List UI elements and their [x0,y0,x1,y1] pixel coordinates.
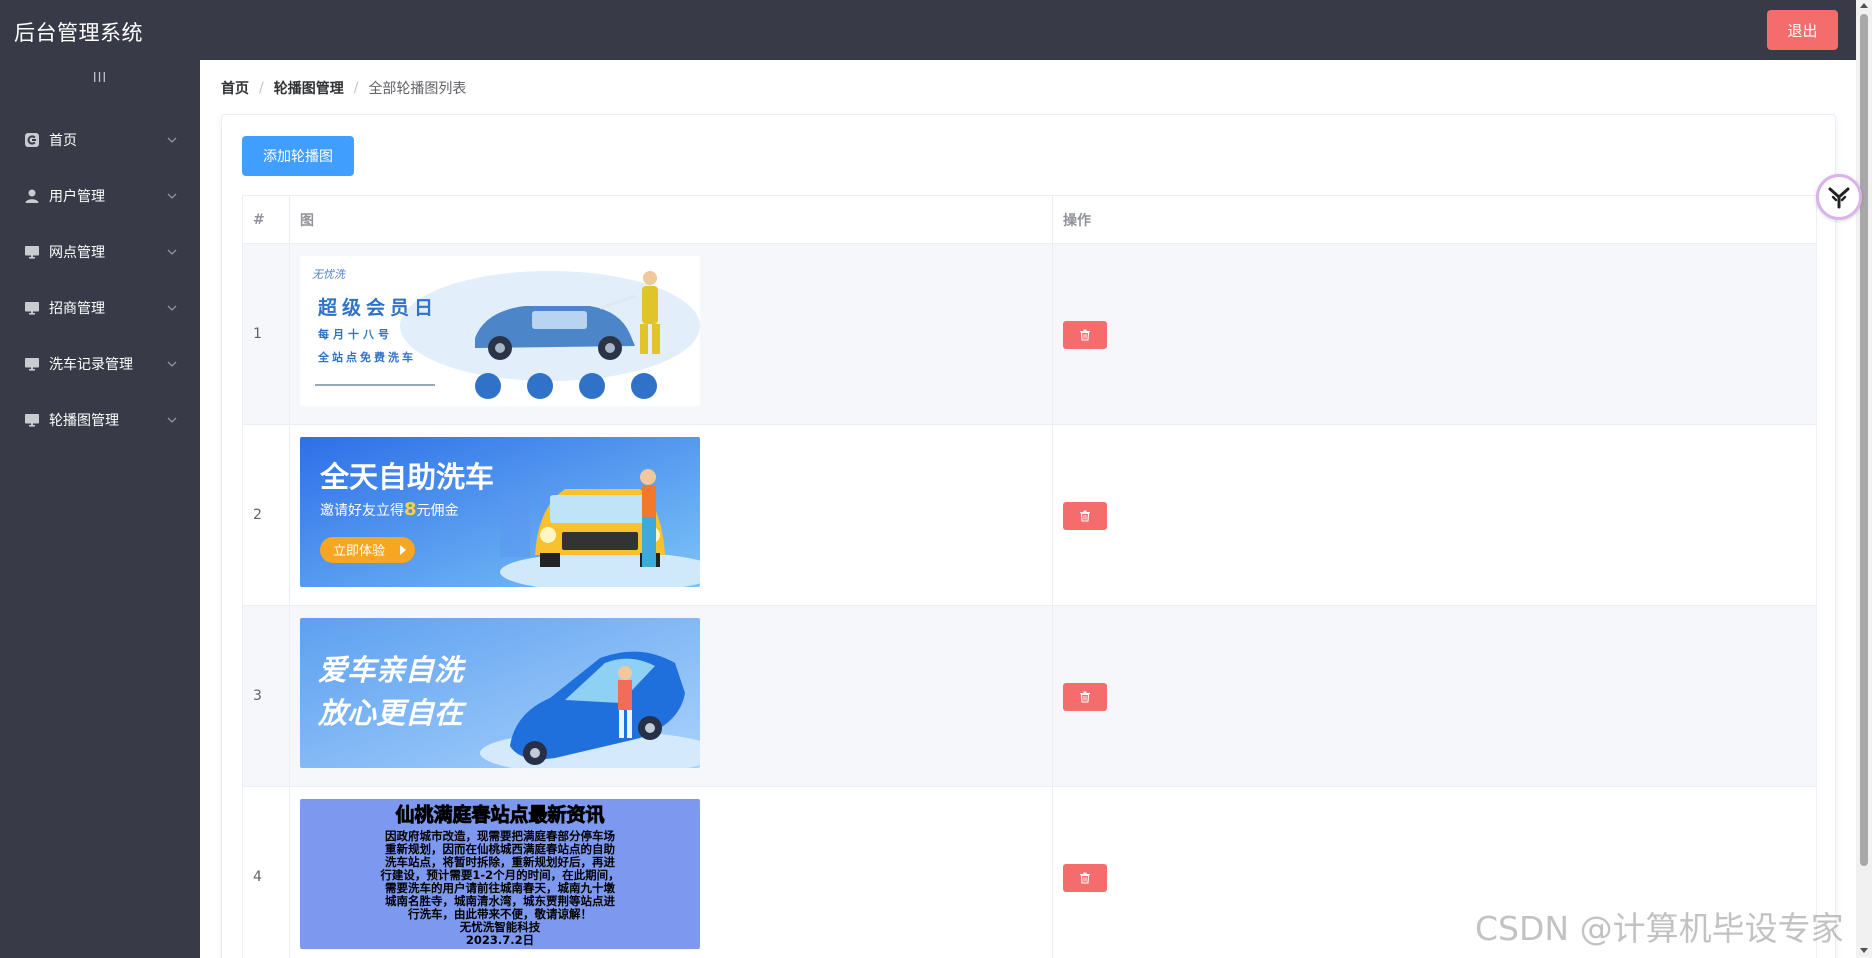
assistant-logo-icon [1828,187,1850,209]
breadcrumb-separator: / [353,80,359,96]
table-row: 2 全天自助洗车 邀请好友立得8元佣金 立即体验 [242,425,1817,606]
banner-brand: 无忧洗 [312,268,346,281]
banner-subtitle-post: 元佣金 [417,503,459,519]
add-carousel-button[interactable]: 添加轮播图 [242,136,354,176]
sidebar-item-home[interactable]: 首页 [0,112,200,168]
banner-body-line: 因政府城市改造，现需要把满庭春部分停车场 [385,829,615,843]
watermark: CSDN @计算机毕设专家 [1475,909,1844,948]
table-header: # 图 操作 [242,195,1817,244]
banner-title: 仙桃满庭春站点最新资讯 [395,803,604,826]
delete-button[interactable] [1063,502,1107,530]
banner-line1: 爱车亲自洗 [318,653,467,687]
image-cell: 无忧洗 超级会员日 每月十八号 全站点免费洗车 [290,244,1053,424]
carousel-image[interactable]: 仙桃满庭春站点最新资讯 因政府城市改造，现需要把满庭春部分停车场 重新规划，因而… [300,799,700,949]
chevron-down-icon [167,193,177,199]
actions-cell [1053,425,1817,605]
banner-line2: 每月十八号 [318,327,393,341]
sidebar-item-label: 网点管理 [49,245,105,261]
chevron-down-icon [167,361,177,367]
sidebar-item-label: 洗车记录管理 [49,357,133,373]
sidebar-item-wash-records[interactable]: 洗车记录管理 [0,336,200,392]
breadcrumb-section[interactable]: 轮播图管理 [274,78,344,98]
banner-title: 全天自助洗车 [319,460,494,494]
breadcrumb-current: 全部轮播图列表 [368,81,467,97]
carousel-image[interactable]: 无忧洗 超级会员日 每月十八号 全站点免费洗车 [300,256,700,406]
top-bar: 后台管理系统 退出 [0,0,1872,60]
app-title: 后台管理系统 [14,21,143,45]
banner-subtitle-num: 8 [404,499,417,520]
banner-body-line: 行建设，预计需要1-2个月的时间，在此期间， [379,868,619,882]
actions-cell [1053,244,1817,424]
banner-line1: 超级会员日 [317,296,438,319]
scroll-down-arrow-icon[interactable] [1860,948,1868,953]
content-card: 添加轮播图 # 图 操作 1 无忧洗 超级会员日 每月十八号 全站点免费洗车 2… [221,114,1836,958]
header-actions: 操作 [1053,196,1817,244]
scroll-up-arrow-icon[interactable] [1860,3,1868,8]
sidebar-item-label: 招商管理 [49,301,105,317]
banner-body-line: 城南名胜寺，城南清水湾，城东贾荆等站点进 [385,894,615,908]
carousel-image[interactable]: 爱车亲自洗 放心更自在 [300,618,700,768]
banner-body-line: 2023.7.2日 [466,933,534,947]
header-index: # [242,196,290,244]
chevron-down-icon [167,417,177,423]
trash-icon [1080,329,1090,341]
sidebar-item-label: 首页 [49,133,77,149]
banner-body-line: 行洗车，由此带来不便，敬请谅解！ [407,907,592,921]
logout-button[interactable]: 退出 [1767,10,1838,50]
sidebar: III 首页 用户管理 网点管理 招商管理 洗车记录管理 轮播图管理 [0,60,200,958]
banner-body-line: 洗车站点，将暂时拆除，重新规划好后，再进 [385,855,615,869]
monitor-icon [25,302,39,315]
header-image: 图 [290,196,1053,244]
banner-body-line: 重新规划，因而在仙桃城西满庭春站点的自助 [385,842,615,856]
delete-button[interactable] [1063,683,1107,711]
svg-text:邀请好友立得8元佣金: 邀请好友立得8元佣金 [320,499,459,520]
monitor-icon [25,246,39,259]
chevron-down-icon [167,249,177,255]
image-cell: 全天自助洗车 邀请好友立得8元佣金 立即体验 [290,425,1053,605]
table-row: 3 爱车亲自洗 放心更自在 [242,606,1817,787]
monitor-icon [25,358,39,371]
user-icon [25,189,39,203]
banner-subtitle-pre: 邀请好友立得 [320,502,404,519]
image-cell: 仙桃满庭春站点最新资讯 因政府城市改造，现需要把满庭春部分停车场 重新规划，因而… [290,787,1053,958]
sidebar-item-investment[interactable]: 招商管理 [0,280,200,336]
banner-cta: 立即体验 [333,543,385,559]
banner-line2: 放心更自在 [317,696,467,730]
image-cell: 爱车亲自洗 放心更自在 [290,606,1053,786]
trash-icon [1080,510,1090,522]
breadcrumb-home[interactable]: 首页 [221,78,249,98]
sidebar-item-outlets[interactable]: 网点管理 [0,224,200,280]
banner-body-line: 需要洗车的用户请前往城南春天，城南九十墩 [385,881,615,895]
chevron-down-icon [167,137,177,143]
row-index: 1 [242,244,290,424]
chevron-down-icon [167,305,177,311]
table-row: 1 无忧洗 超级会员日 每月十八号 全站点免费洗车 [242,244,1817,425]
row-index: 4 [242,787,290,958]
page-scrollbar[interactable] [1856,0,1872,958]
sidebar-item-carousel[interactable]: 轮播图管理 [0,392,200,448]
delete-button[interactable] [1063,864,1107,892]
banner-line3: 全站点免费洗车 [317,350,416,364]
actions-cell [1053,606,1817,786]
home-icon [25,133,39,147]
row-index: 3 [242,606,290,786]
row-index: 2 [242,425,290,605]
scrollbar-thumb[interactable] [1860,14,1868,866]
banner-body-line: 无忧洗智能科技 [459,920,541,934]
sidebar-item-label: 用户管理 [49,189,105,205]
breadcrumb-separator: / [259,80,264,96]
floating-assistant-icon[interactable] [1816,174,1862,220]
monitor-icon [25,414,39,427]
trash-icon [1080,872,1090,884]
sidebar-item-label: 轮播图管理 [49,413,119,429]
carousel-image[interactable]: 全天自助洗车 邀请好友立得8元佣金 立即体验 [300,437,700,587]
main-content: 首页 / 轮播图管理 / 全部轮播图列表 添加轮播图 # 图 操作 1 无忧洗 [200,60,1856,958]
breadcrumb: 首页 / 轮播图管理 / 全部轮播图列表 [221,78,466,98]
trash-icon [1080,691,1090,703]
sidebar-collapse-toggle[interactable]: III [0,66,200,90]
delete-button[interactable] [1063,321,1107,349]
sidebar-item-users[interactable]: 用户管理 [0,168,200,224]
